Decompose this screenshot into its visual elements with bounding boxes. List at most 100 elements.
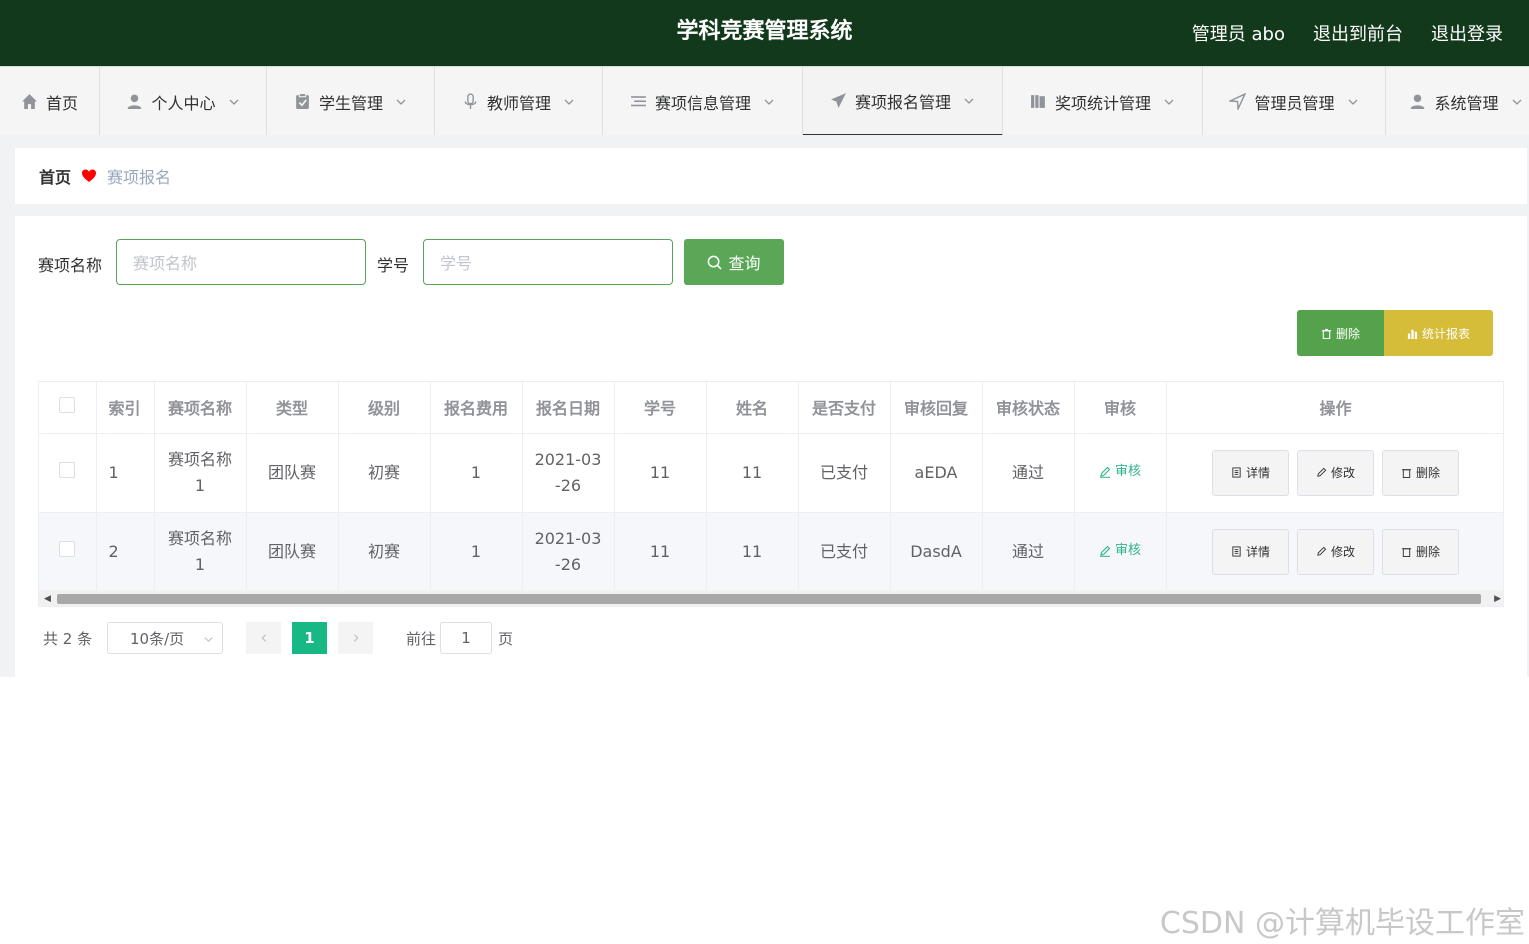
cell-status: 通过 [982, 512, 1075, 592]
scroll-right-icon[interactable]: ▶ [1494, 594, 1501, 604]
detail-button[interactable]: 详情 [1212, 449, 1289, 496]
cell-date: 2021-03 -26 [522, 433, 615, 513]
column-header[interactable]: 级别 [338, 382, 431, 434]
chevron-down-icon [396, 99, 406, 105]
page-size-select[interactable]: 10条/页 [107, 622, 223, 654]
row-checkbox[interactable] [59, 461, 76, 478]
edit-button[interactable]: 修改 [1297, 449, 1374, 496]
query-button[interactable]: 查询 [684, 239, 784, 285]
column-header[interactable]: 类型 [246, 382, 339, 434]
stats-report-button[interactable]: 统计报表 [1384, 310, 1493, 356]
batch-delete-label: 删除 [1335, 326, 1360, 341]
goto-page-input[interactable]: 1 [440, 622, 492, 654]
event-name-line: 1 [194, 475, 206, 495]
column-header[interactable]: 是否支付 [798, 382, 891, 434]
chevron-down-icon [764, 99, 774, 105]
column-header[interactable]: 报名费用 [430, 382, 523, 434]
nav-item-award-stats-management[interactable]: 奖项统计管理 [1003, 67, 1203, 135]
edit-label: 修改 [1330, 544, 1355, 559]
select-all-checkbox[interactable] [59, 397, 76, 414]
delete-button[interactable]: 删除 [1382, 528, 1459, 575]
cell-fee: 1 [430, 512, 523, 592]
trash-icon [1401, 548, 1412, 557]
scrollbar-thumb[interactable] [57, 594, 1481, 604]
cell-event-name: 赛项名称 1 [154, 512, 247, 592]
cell-paid: 已支付 [798, 433, 891, 513]
edit-button[interactable]: 修改 [1297, 528, 1374, 575]
current-user-link[interactable]: 管理员 abo [1192, 20, 1285, 46]
chevron-left-icon [260, 634, 266, 642]
cell-student-id: 11 [614, 433, 707, 513]
cell-type: 团队赛 [246, 512, 339, 592]
audit-link[interactable]: 审核 [1099, 538, 1141, 564]
watermark: CSDN @计算机毕设工作室 [1159, 906, 1525, 941]
prev-page-button[interactable] [246, 622, 281, 654]
nav-item-personal-center[interactable]: 个人中心 [100, 67, 267, 135]
delete-button[interactable]: 删除 [1382, 449, 1459, 496]
document-icon [1232, 467, 1241, 478]
batch-delete-button[interactable]: 删除 [1297, 310, 1384, 356]
column-header[interactable]: 报名日期 [522, 382, 615, 434]
page-number-current[interactable]: 1 [292, 622, 327, 654]
cell-fee: 1 [430, 433, 523, 513]
chevron-down-icon [564, 99, 574, 105]
cell-type: 团队赛 [246, 433, 339, 513]
edit-label: 修改 [1330, 465, 1355, 480]
nav-item-event-info-management[interactable]: 赛项信息管理 [603, 67, 803, 135]
goto-suffix: 页 [498, 629, 514, 648]
breadcrumb-home[interactable]: 首页 [39, 164, 71, 188]
detail-button[interactable]: 详情 [1212, 528, 1289, 575]
nav-label: 个人中心 [151, 93, 216, 113]
column-header[interactable]: 学号 [614, 382, 707, 434]
nav-label: 教师管理 [486, 93, 551, 113]
cell-operations: 详情 修改 删除 [1166, 512, 1503, 592]
column-header[interactable]: 审核 [1074, 382, 1167, 434]
send-icon [831, 93, 846, 108]
stats-report-label: 统计报表 [1421, 326, 1470, 341]
student-id-input[interactable]: 学号 [423, 239, 673, 285]
edit-icon [1099, 466, 1111, 478]
nav-item-system-management[interactable]: 系统管理 [1386, 67, 1529, 135]
event-name-label: 赛项名称 [38, 256, 103, 275]
cell-reply: DasdA [890, 512, 983, 592]
top-header: 学科竞赛管理系统 管理员 abo 退出到前台 退出登录 [0, 0, 1529, 66]
main-nav: 首页 个人中心 学生管理 教师管理 赛项信息管理 赛项报名管理 奖项统计管理 管… [0, 66, 1529, 135]
nav-label: 管理员管理 [1254, 93, 1335, 113]
event-name-input[interactable]: 赛项名称 [116, 239, 366, 285]
column-header[interactable]: 审核状态 [982, 382, 1075, 434]
nav-item-teacher-management[interactable]: 教师管理 [435, 67, 603, 135]
nav-item-home[interactable]: 首页 [0, 67, 100, 135]
chevron-down-icon [1348, 99, 1357, 105]
column-header[interactable]: 索引 [96, 382, 155, 434]
home-icon [22, 94, 37, 109]
header-links: 管理员 abo 退出到前台 退出登录 [1192, 0, 1503, 66]
row-checkbox[interactable] [59, 540, 76, 557]
document-icon [1232, 546, 1241, 557]
student-id-label: 学号 [377, 256, 410, 275]
audit-link[interactable]: 审核 [1099, 459, 1141, 485]
heart-icon [82, 169, 97, 182]
select-all-cell [39, 382, 97, 434]
list-icon [631, 96, 646, 107]
cell-reply: aEDA [890, 433, 983, 513]
next-page-button[interactable] [338, 622, 373, 654]
exit-to-front-link[interactable]: 退出到前台 [1313, 20, 1403, 46]
books-icon [1031, 95, 1045, 108]
nav-label: 赛项报名管理 [854, 92, 951, 112]
pagination-total: 共 2 条 [43, 629, 93, 648]
nav-item-admin-management[interactable]: 管理员管理 [1203, 67, 1386, 135]
cell-student-name: 11 [706, 433, 799, 513]
cell-index: 1 [96, 433, 155, 513]
logout-link[interactable]: 退出登录 [1431, 20, 1503, 46]
chevron-down-icon [1512, 99, 1521, 105]
event-name-placeholder: 赛项名称 [133, 254, 198, 273]
column-header[interactable]: 姓名 [706, 382, 799, 434]
goto-prefix: 前往 [406, 629, 437, 648]
column-header[interactable]: 赛项名称 [154, 382, 247, 434]
nav-item-student-management[interactable]: 学生管理 [267, 67, 435, 135]
nav-item-registration-management[interactable]: 赛项报名管理 [803, 67, 1003, 135]
horizontal-scrollbar[interactable]: ◀ ▶ [39, 590, 1503, 606]
nav-label: 系统管理 [1434, 93, 1499, 113]
column-header[interactable]: 审核回复 [890, 382, 983, 434]
scroll-left-icon[interactable]: ◀ [44, 594, 51, 604]
